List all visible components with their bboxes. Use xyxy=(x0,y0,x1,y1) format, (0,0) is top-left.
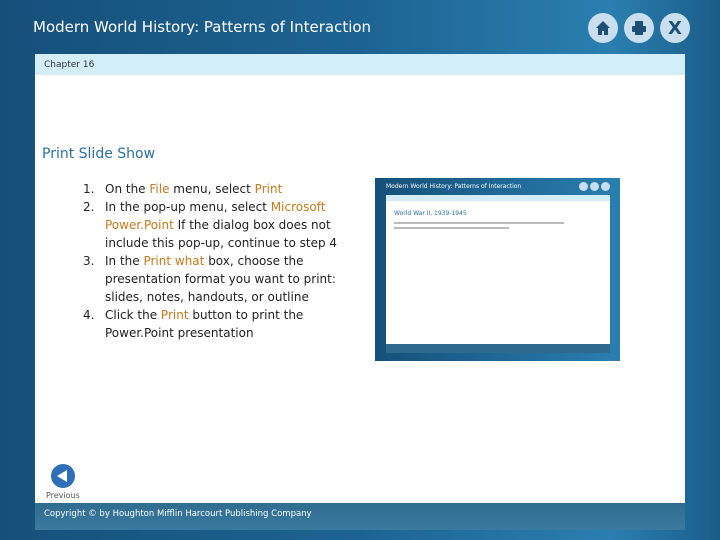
steps-list: 1. On the File menu, select Print 2. In the… xyxy=(83,180,355,342)
chapter-label: Chapter 16 xyxy=(35,54,685,75)
step-text: menu, select xyxy=(169,182,255,196)
step-number: 4. xyxy=(83,308,95,322)
step-text: In the pop-up menu, select xyxy=(105,200,271,214)
step-item: 3. In the Print what box, choose the pres… xyxy=(83,252,355,306)
step-item: 2. In the pop-up menu, select Microsoft P… xyxy=(83,198,355,252)
highlight-term: Print xyxy=(160,308,189,322)
thumbnail-title: Modern World History: Patterns of Intera… xyxy=(386,183,522,190)
slide-thumbnail: Modern World History: Patterns of Intera… xyxy=(375,178,620,361)
slide-panel: Chapter 16 Print Slide Show 1. On the Fil… xyxy=(35,54,685,503)
app-title: Modern World History: Patterns of Intera… xyxy=(33,18,372,36)
previous-label: Previous xyxy=(46,491,80,500)
step-number: 1. xyxy=(83,182,95,196)
step-item: 4. Click the Print button to print the Po… xyxy=(83,306,355,342)
step-text: Click the xyxy=(105,308,161,322)
step-number: 2. xyxy=(83,200,95,214)
close-icon xyxy=(601,182,610,191)
step-number: 3. xyxy=(83,254,95,268)
copyright-footer: Copyright © by Houghton Mifflin Harcourt… xyxy=(35,503,685,530)
step-text: In the xyxy=(105,254,144,268)
step-text: On the xyxy=(105,182,150,196)
home-icon[interactable] xyxy=(588,13,618,43)
previous-button[interactable] xyxy=(51,464,75,488)
highlight-term: File xyxy=(149,182,170,196)
highlight-term: Print what xyxy=(143,254,205,268)
print-icon[interactable] xyxy=(624,13,654,43)
home-icon xyxy=(579,182,588,191)
highlight-term: Print xyxy=(254,182,283,196)
close-icon[interactable]: X xyxy=(660,13,690,43)
print-icon xyxy=(590,182,599,191)
step-item: 1. On the File menu, select Print xyxy=(83,180,355,198)
thumbnail-heading: World War II, 1939-1945 xyxy=(394,210,467,217)
page-title: Print Slide Show xyxy=(42,146,156,162)
